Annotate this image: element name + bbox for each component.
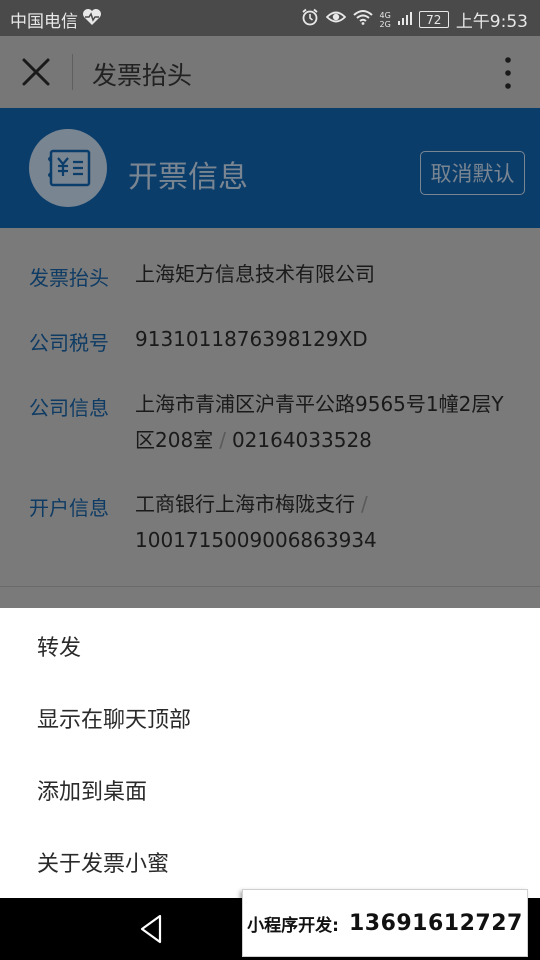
nav-back-button[interactable] — [136, 912, 166, 946]
field-label: 公司税号 — [29, 331, 109, 355]
field-label: 开户信息 — [29, 496, 109, 520]
sheet-item-label: 关于发票小蜜 — [37, 852, 170, 877]
network-signal-indicator: 4G 2G — [380, 11, 391, 29]
watermark-phone: 13691612727 — [348, 910, 523, 936]
app-bar-divider — [72, 54, 73, 90]
status-right: 4G 2G 72 上午9:53 — [301, 7, 528, 32]
watermark-label: 小程序开发: — [247, 915, 339, 936]
invoice-details: 发票抬头 上海矩方信息技术有限公司 公司税号 9131011876398129X… — [0, 228, 540, 608]
signal-4g-label: 4G — [379, 10, 391, 20]
banner-title: 开票信息 — [128, 160, 248, 195]
wifi-icon — [352, 9, 373, 30]
bank-name-line: 工商银行上海市梅陇支行 / — [135, 486, 515, 522]
invoice-title-value: 上海矩方信息技术有限公司 — [135, 262, 375, 286]
bank-account: 1001715009006863934 — [135, 528, 377, 552]
invoice-avatar — [29, 129, 107, 207]
field-value: 9131011876398129XD — [135, 321, 515, 357]
more-vertical-icon — [505, 57, 511, 89]
field-label: 发票抬头 — [29, 266, 109, 290]
carrier-name: 中国电信 — [10, 12, 78, 32]
sheet-item-label: 显示在聊天顶部 — [37, 708, 192, 733]
field-label: 公司信息 — [29, 396, 109, 420]
eye-icon — [325, 9, 346, 30]
more-options-button[interactable] — [498, 54, 518, 92]
unset-default-button[interactable]: 取消默认 — [420, 151, 525, 195]
tax-id-value: 9131011876398129XD — [135, 327, 368, 351]
sheet-item-label: 转发 — [37, 636, 82, 661]
sheet-item-pin-to-chat-top[interactable]: 显示在聊天顶部 — [0, 680, 540, 752]
battery-indicator: 72 — [418, 11, 449, 28]
sheet-item-forward[interactable]: 转发 — [0, 608, 540, 680]
close-button[interactable] — [14, 52, 58, 92]
status-left: 中国电信 — [10, 7, 102, 32]
field-value: 上海矩方信息技术有限公司 — [135, 256, 515, 292]
page-title: 发票抬头 — [92, 61, 193, 90]
address-line-1: 上海市青浦区沪青平公路9565号1幢2层Y — [135, 392, 504, 416]
heart-monitor-icon — [82, 8, 102, 31]
invoice-yen-icon — [48, 149, 91, 187]
sheet-item-about[interactable]: 关于发票小蜜 — [0, 824, 540, 896]
signal-2g-label: 2G — [379, 19, 391, 29]
action-sheet: 转发 显示在聊天顶部 添加到桌面 关于发票小蜜 — [0, 608, 540, 898]
developer-watermark: 小程序开发: 13691612727 — [242, 889, 528, 957]
sheet-item-label: 添加到桌面 — [37, 780, 148, 805]
sheet-item-add-to-desktop[interactable]: 添加到桌面 — [0, 752, 540, 824]
section-divider — [0, 586, 540, 587]
bank-name: 工商银行上海市梅陇支行 — [135, 492, 355, 516]
separator: / — [361, 492, 368, 516]
separator: / — [219, 428, 226, 452]
alarm-icon — [301, 8, 319, 31]
field-value: 工商银行上海市梅陇支行/ 1001715009006863934 — [135, 486, 515, 558]
company-phone: 02164033528 — [231, 428, 372, 452]
address-line-2: 区208室/02164033528 — [135, 422, 515, 458]
app-screen: 中国电信 4G 2G 72 上午9:53 发票抬头 开票信息 取消默认 发票抬头… — [0, 0, 540, 960]
address-line-2-text: 区208室 — [135, 428, 214, 452]
field-value: 上海市青浦区沪青平公路9565号1幢2层Y 区208室/02164033528 — [135, 386, 515, 458]
status-time: 上午9:53 — [455, 12, 528, 32]
invoice-banner: 开票信息 取消默认 — [0, 108, 540, 228]
app-bar: 发票抬头 — [0, 36, 540, 108]
back-triangle-icon — [140, 914, 162, 944]
status-bar: 中国电信 4G 2G 72 上午9:53 — [0, 0, 540, 36]
close-icon — [22, 58, 50, 86]
signal-bars-icon — [397, 10, 412, 30]
